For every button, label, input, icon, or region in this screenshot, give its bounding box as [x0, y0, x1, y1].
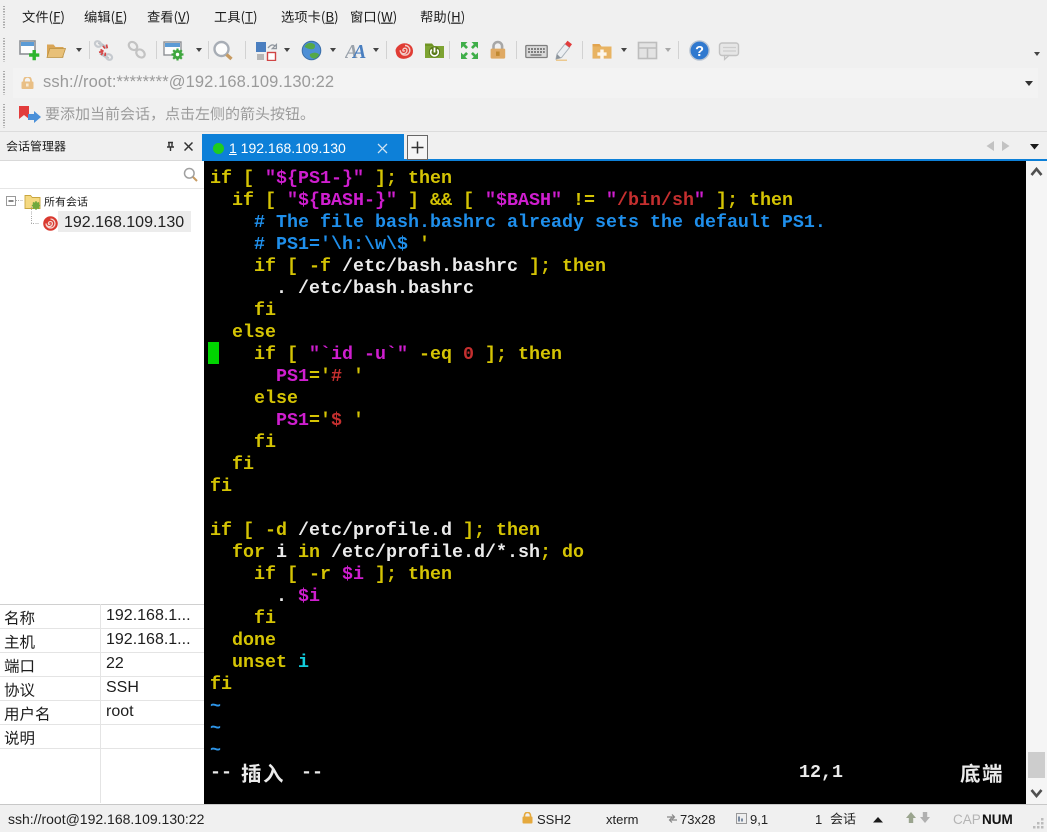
svg-text:A: A — [351, 41, 366, 61]
svg-text:?: ? — [695, 44, 704, 60]
